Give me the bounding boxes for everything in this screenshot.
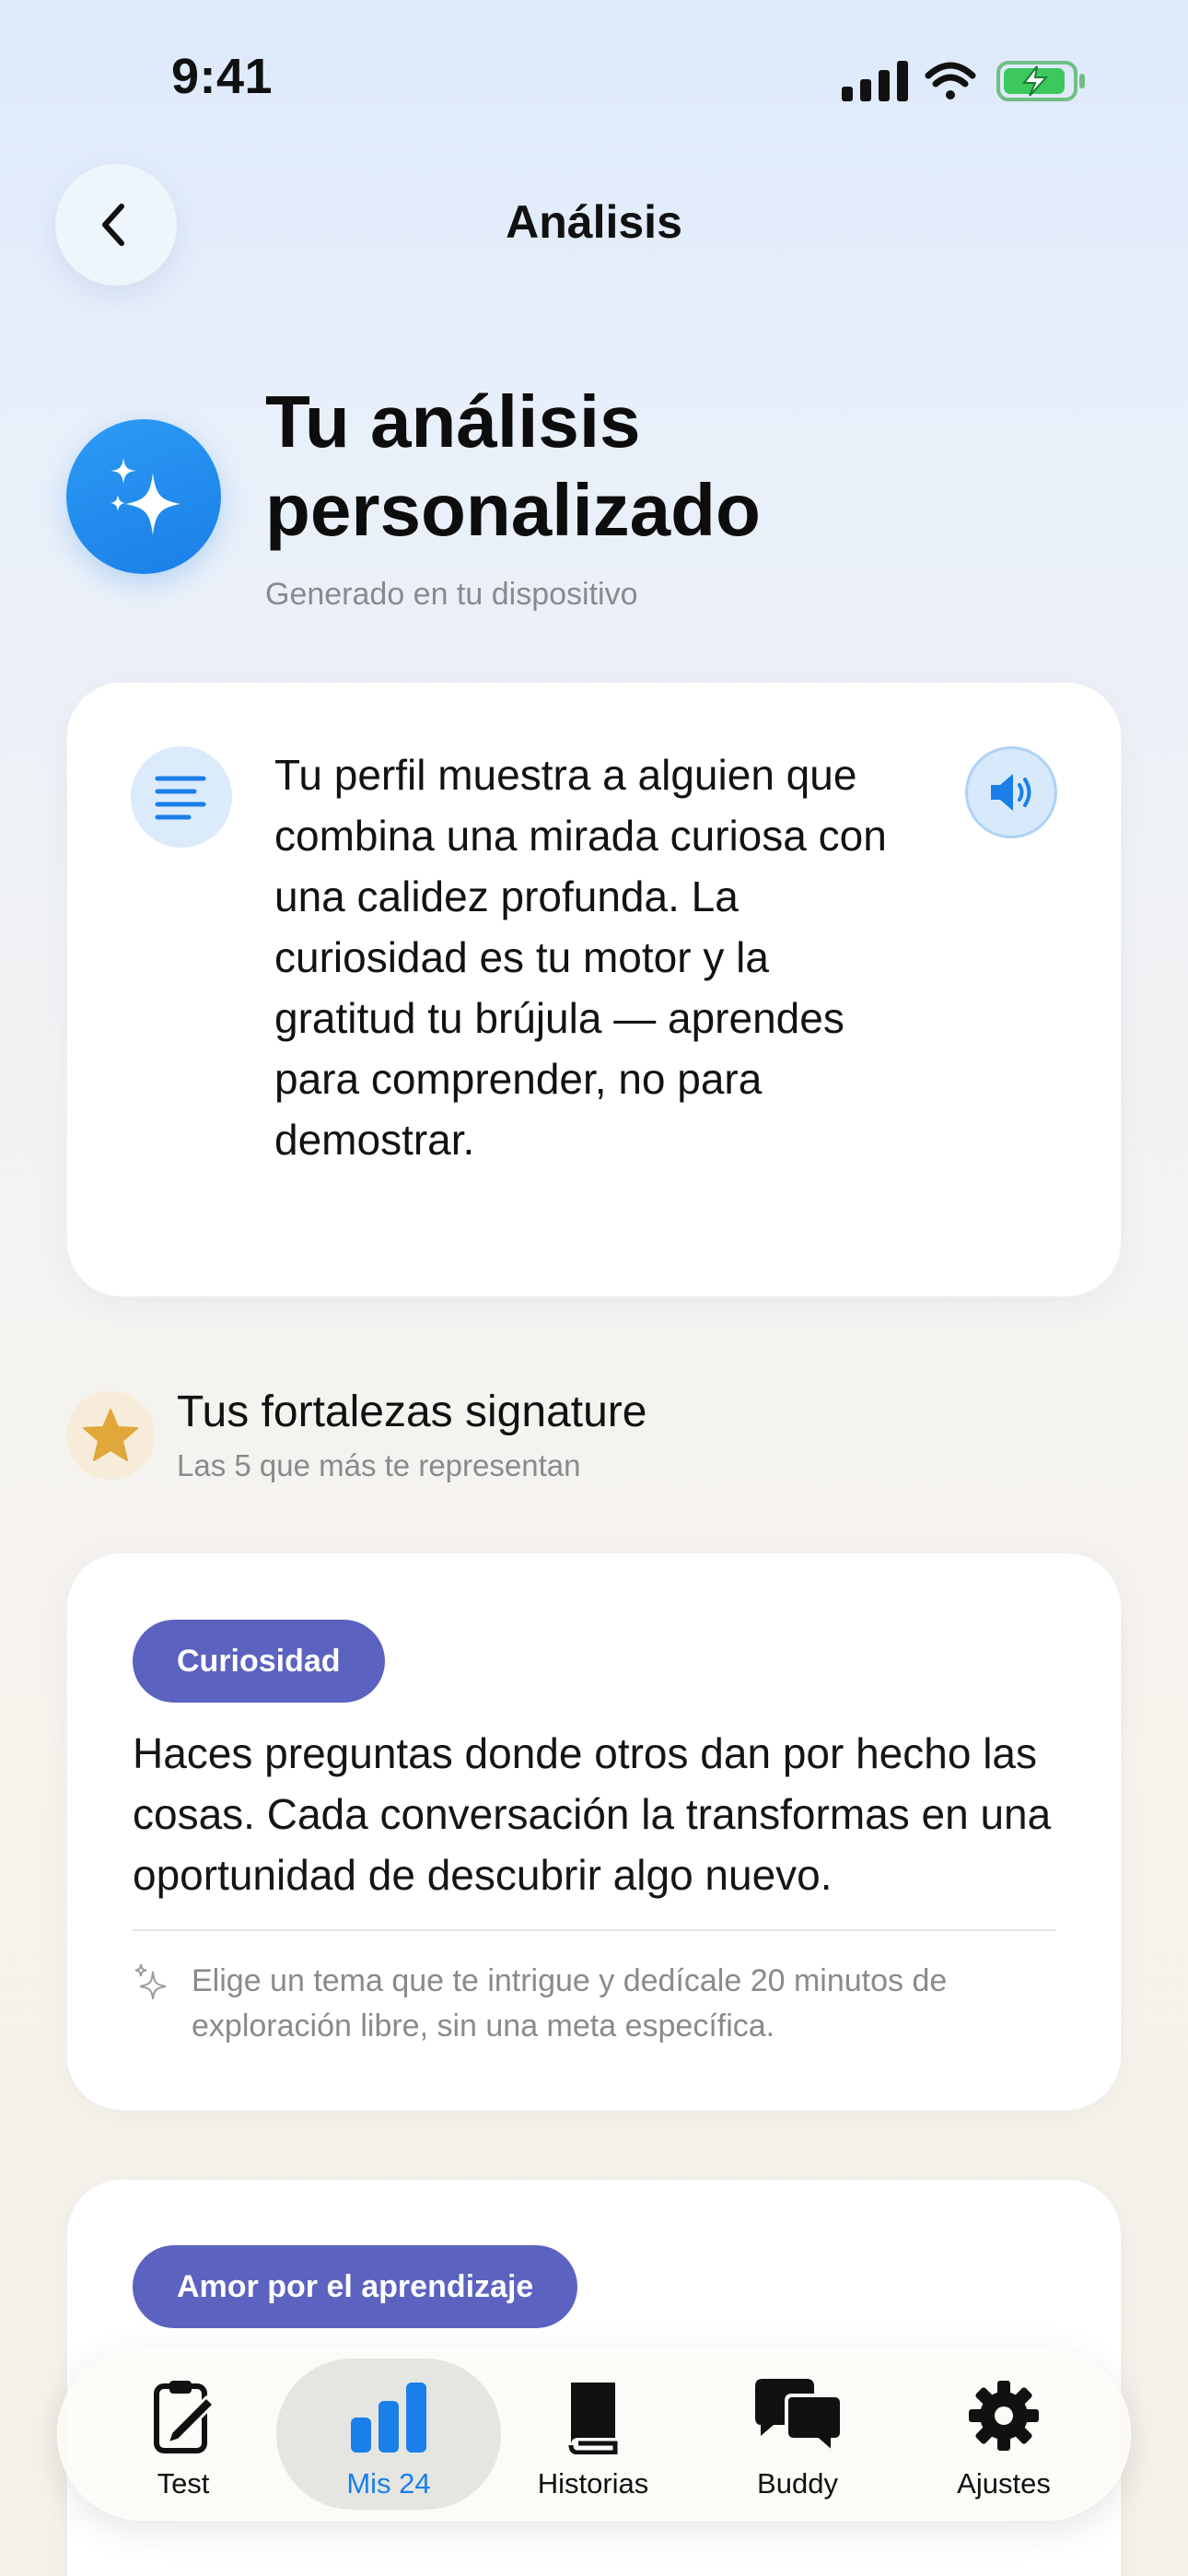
tab-label: Buddy: [757, 2467, 838, 2500]
tab-label: Mis 24: [346, 2467, 431, 2500]
sparkles-icon: [111, 458, 181, 535]
book-icon: [568, 2383, 618, 2454]
tab-label: Test: [157, 2467, 210, 2500]
page-subtitle: Generado en tu dispositivo: [265, 577, 638, 612]
tab-label: Ajustes: [957, 2467, 1051, 2500]
bar-chart-icon: [351, 2383, 426, 2453]
strength-pill: Curiosidad: [133, 1620, 385, 1703]
nav-title: Análisis: [506, 196, 682, 248]
wifi-icon: [925, 62, 976, 100]
signal-icon: [842, 61, 908, 101]
chat-bubbles-icon: [755, 2379, 844, 2454]
tab-ajustes[interactable]: Ajustes: [912, 2377, 1096, 2500]
text-lines-badge: [131, 746, 232, 848]
tab-label: Historias: [537, 2467, 649, 2500]
strength-pill: Amor por el aprendizaje: [133, 2245, 578, 2328]
divider: [133, 1929, 1055, 1931]
clipboard-edit-icon: [154, 2381, 215, 2453]
tab-buddy[interactable]: Buddy: [705, 2377, 890, 2500]
battery-icon: [996, 61, 1085, 101]
tab-mis-24[interactable]: Mis 24: [297, 2377, 481, 2500]
section-subtitle: Las 5 que más te representan: [177, 1448, 581, 1482]
strength-description: Haces preguntas donde otros dan por hech…: [133, 1729, 1052, 1899]
tab-historias[interactable]: Historias: [501, 2377, 685, 2500]
summary-text: Tu perfil muestra a alguien que combina …: [274, 751, 887, 1164]
text-lines-icon: [155, 776, 206, 820]
read-aloud-button[interactable]: [965, 746, 1057, 838]
page-title: Tu análisis personalizado: [265, 381, 761, 551]
strength-tip: Elige un tema que te intrigue y dedícale…: [192, 1963, 948, 2043]
status-time: 9:41: [171, 49, 274, 104]
status-icons: [842, 61, 1085, 101]
star-badge: [66, 1391, 155, 1480]
sparkle-tip-icon: [134, 1963, 167, 1999]
gear-icon: [969, 2381, 1039, 2451]
section-title: Tus fortalezas signature: [177, 1388, 647, 1436]
star-icon: [83, 1409, 138, 1461]
tab-test[interactable]: Test: [91, 2377, 275, 2500]
speaker-icon: [991, 774, 1031, 811]
sparkles-badge: [66, 419, 221, 574]
